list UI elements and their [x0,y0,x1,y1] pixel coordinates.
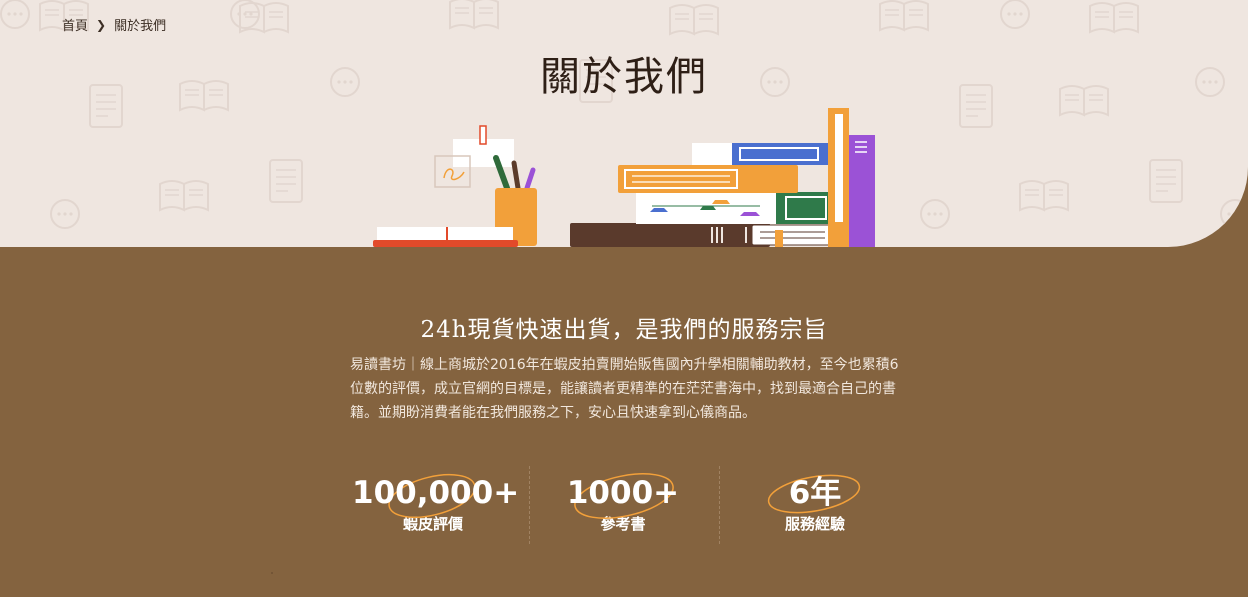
stat-experience: 6年 服務經驗 [740,468,890,534]
stat-value: 6年 [788,475,842,511]
stat-reviews: 100,000+ 蝦皮評價 [352,468,520,534]
divider [529,466,530,544]
stat-value: 1000+ [566,475,680,511]
stat-value: 100,000+ [352,475,520,511]
divider [719,466,720,544]
about-slogan: 24h現貨快速出貨，是我們的服務宗旨 [420,317,828,343]
hero-header: 首頁 ❯ 關於我們 關於我們 [0,0,1248,247]
about-intro: 易讀書坊｜線上商城於2016年在蝦皮拍賣開始販售國內升學相關輔助教材，至今也累積… [350,357,899,421]
books-illustration [373,108,875,247]
